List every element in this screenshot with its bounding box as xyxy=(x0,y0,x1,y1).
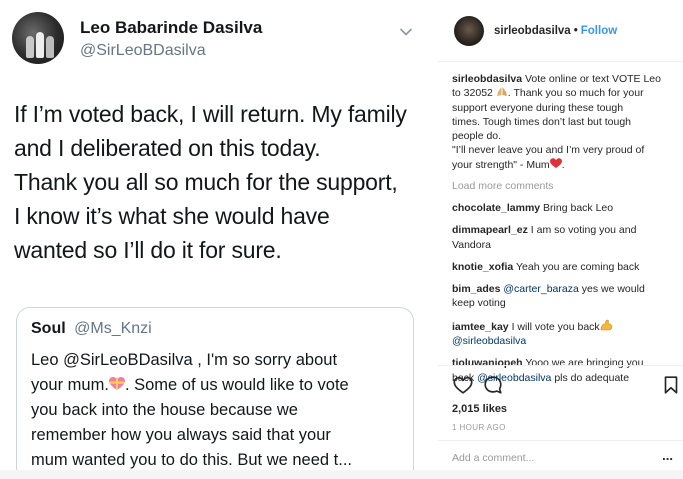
bottom-strip xyxy=(0,470,683,479)
tweet-line: Thank you all so much for the support, xyxy=(14,169,398,195)
comment-text: keep voting xyxy=(452,297,506,310)
chevron-down-icon[interactable] xyxy=(400,26,412,38)
instagram-username-row: sirleobdasilva • Follow xyxy=(494,25,617,37)
quote-line: your mum.. Some of us would like to vote xyxy=(31,374,349,394)
red-heart-emoji-icon xyxy=(549,158,562,171)
instagram-panel: sirleobdasilva • Follow sirleobdasilva Vot… xyxy=(438,0,683,479)
comment-username[interactable]: chocolate_lammy xyxy=(452,202,540,214)
caption-line: people do. xyxy=(452,130,502,143)
likes-count[interactable]: 2,015 likes xyxy=(452,403,507,415)
comment-text: Yeah you are coming back xyxy=(516,260,640,273)
caption-line: . xyxy=(561,158,565,171)
flexed-biceps-emoji-icon xyxy=(600,319,613,333)
comment-item: dimmapearl_ez I am so voting you and Van… xyxy=(452,223,678,252)
comment-text: I am so voting you and xyxy=(530,224,637,237)
like-heart-icon[interactable] xyxy=(452,374,474,396)
caption-line: to 32052 xyxy=(452,87,493,100)
comment-item: knotie_xofia Yeah you are coming back xyxy=(452,260,678,274)
instagram-caption: sirleobdasilva Vote online or text VOTE … xyxy=(452,72,678,172)
caption-line: support everyone during these tough xyxy=(452,101,624,114)
caption-line: times. Tough times don’t last but tough xyxy=(452,115,631,128)
comment-text: yes we would xyxy=(581,283,645,296)
caption-line: . Thank you so much for your xyxy=(507,87,644,100)
tweet-author-name[interactable]: Leo Babarinde Dasilva xyxy=(80,18,262,38)
instagram-username[interactable]: sirleobdasilva xyxy=(494,25,571,37)
comment-username[interactable]: iamtee_kay xyxy=(452,321,509,333)
praying-hands-emoji-icon xyxy=(496,87,508,99)
comment-item: chocolate_lammy Bring back Leo xyxy=(452,201,678,215)
comment-item: iamtee_kay I will vote you back @sirleob… xyxy=(452,319,678,349)
caption-username[interactable]: sirleobdasilva xyxy=(452,73,522,85)
tweet-panel: Leo Babarinde Dasilva @SirLeoBDasilva If… xyxy=(0,0,430,479)
quoted-tweet-header: Soul @Ms_Knzi xyxy=(31,320,152,338)
comment-text: Bring back Leo xyxy=(543,202,614,214)
comment-mention[interactable]: @carter_baraza xyxy=(503,283,578,295)
caption-line: "I’ll never leave you and I’m very proud… xyxy=(452,144,645,157)
quoted-author-handle: @Ms_Knzi xyxy=(74,320,152,337)
instagram-post-header: sirleobdasilva • Follow xyxy=(438,0,683,62)
quote-line: remember how you always said that your xyxy=(31,426,331,444)
tweet-text: If I’m voted back, I will return. My fam… xyxy=(14,97,424,267)
post-timestamp: 1 HOUR AGO xyxy=(452,423,506,432)
follow-button[interactable]: Follow xyxy=(581,25,617,37)
add-comment-bar: Add a comment... ... xyxy=(438,440,683,470)
quoted-tweet[interactable]: Soul @Ms_Knzi Leo @SirLeoBDasilva , I'm … xyxy=(16,307,414,479)
caption-line: your strength" - Mum xyxy=(452,158,550,171)
tweet-author-avatar[interactable] xyxy=(12,12,64,64)
quote-line: you back into the house because we xyxy=(31,401,298,419)
comment-mention[interactable]: @sirleobdasilva xyxy=(452,335,526,347)
bookmark-icon[interactable] xyxy=(660,374,682,396)
tweet-line: and I deliberated on this today. xyxy=(14,135,321,161)
tweet-line: I know it’s what she would have xyxy=(14,203,330,229)
heart-gift-emoji-icon xyxy=(108,374,125,390)
load-more-comments-link[interactable]: Load more comments xyxy=(452,180,554,192)
quote-line: Leo @SirLeoBDasilva , I'm so sorry about xyxy=(31,351,338,369)
caption-line: Vote online or text VOTE Leo xyxy=(524,73,661,85)
quoted-author-name: Soul xyxy=(31,320,66,337)
comment-text: I will vote you back xyxy=(511,320,600,333)
comment-username[interactable]: bim_ades xyxy=(452,283,500,295)
quoted-tweet-text: Leo @SirLeoBDasilva , I'm so sorry about… xyxy=(31,348,411,473)
comment-bubble-icon[interactable] xyxy=(482,374,504,396)
tweet-line: wanted so I’ll do it for sure. xyxy=(14,237,282,263)
separator-dot: • xyxy=(573,25,578,37)
comment-username[interactable]: knotie_xofia xyxy=(452,261,513,273)
instagram-avatar[interactable] xyxy=(454,16,484,46)
comment-username[interactable]: dimmapearl_ez xyxy=(452,224,528,236)
more-options-button[interactable]: ... xyxy=(662,448,673,463)
comment-text: Vandora xyxy=(452,238,491,251)
post-actions-bar xyxy=(438,365,683,405)
tweet-author-handle[interactable]: @SirLeoBDasilva xyxy=(80,42,206,60)
tweet-line: If I’m voted back, I will return. My fam… xyxy=(14,101,407,127)
comment-item: bim_ades @carter_baraza yes we would kee… xyxy=(452,282,678,311)
add-comment-input[interactable]: Add a comment... xyxy=(452,452,534,464)
